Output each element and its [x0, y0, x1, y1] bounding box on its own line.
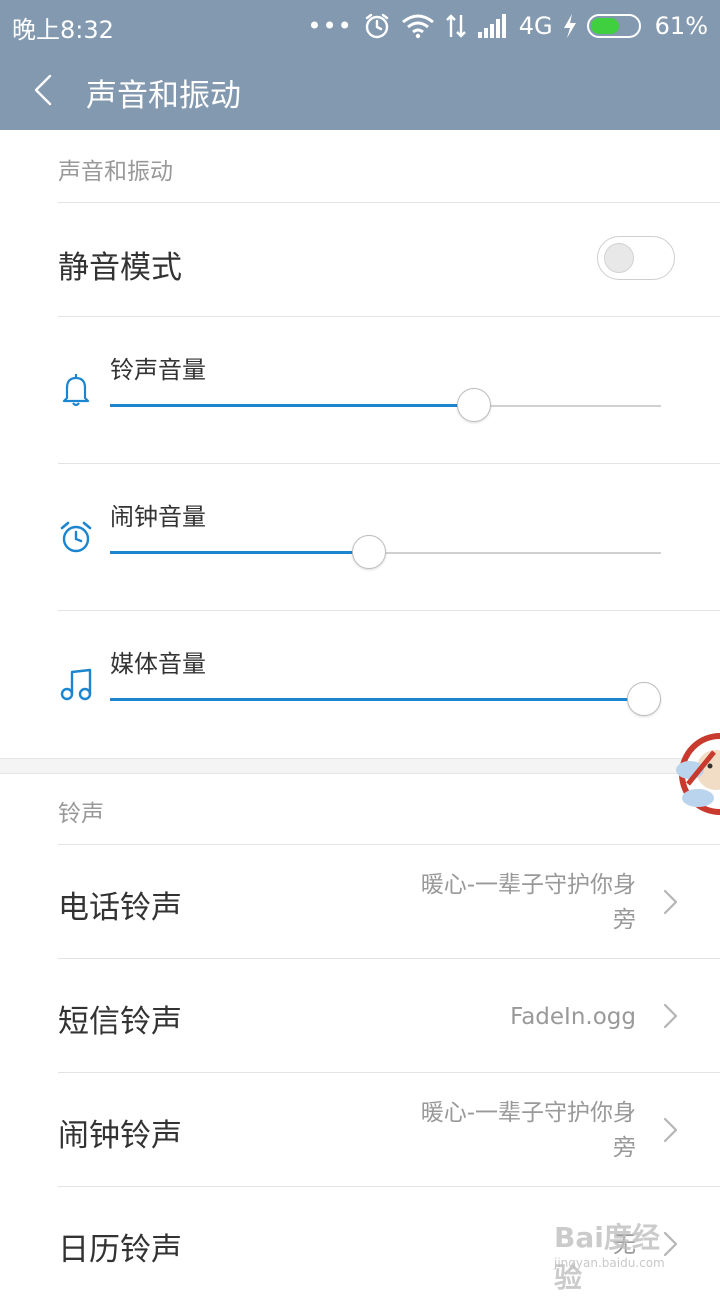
alarm-ringtone-label: 闹钟铃声 [58, 1118, 182, 1154]
value-line: 旁 [613, 907, 636, 933]
watermark: Bai度经验 jingyan.baidu.com [554, 1216, 684, 1294]
back-button[interactable] [26, 70, 66, 110]
phone-ringtone-value: 暖心-一辈子守护你身 旁 [376, 868, 636, 938]
more-dots-icon: ••• [307, 12, 353, 40]
section-header-ringtone: 铃声 [58, 801, 104, 827]
value-line: 暖心-一辈子守护你身 [420, 872, 636, 898]
data-transfer-icon [445, 14, 466, 38]
bell-icon [62, 374, 90, 407]
battery-icon [586, 14, 641, 38]
silent-mode-label: 静音模式 [58, 250, 182, 286]
chevron-right-icon [663, 1003, 678, 1029]
divider [58, 316, 720, 317]
network-type: 4G [518, 12, 553, 40]
sms-ringtone-label: 短信铃声 [58, 1004, 182, 1040]
media-volume-label: 媒体音量 [110, 650, 206, 678]
value-line: 暖心-一辈子守护你身 [420, 1100, 636, 1126]
page-title: 声音和振动 [86, 78, 241, 114]
divider [58, 610, 720, 611]
charging-bolt-icon [563, 14, 576, 38]
chevron-right-icon [663, 1117, 678, 1143]
silent-mode-toggle[interactable] [597, 236, 675, 280]
status-bar: 晚上8:32 ••• 4G 61% [0, 0, 720, 52]
value-line: FadeIn.ogg [510, 1004, 636, 1030]
alarm-status-icon [365, 13, 388, 39]
slider-thumb[interactable] [351, 535, 386, 569]
divider [58, 844, 720, 845]
slider-fill [110, 404, 474, 407]
slider-fill [110, 698, 645, 701]
alarm-ringtone-value: 暖心-一辈子守护你身 旁 [376, 1096, 636, 1166]
ring-volume-label: 铃声音量 [110, 356, 206, 384]
wifi-icon [401, 14, 434, 39]
divider [58, 202, 720, 203]
slider-thumb[interactable] [627, 682, 662, 716]
status-time: 晚上8:32 [12, 16, 114, 44]
section-header-sound: 声音和振动 [58, 159, 173, 185]
watermark-url: jingyan.baidu.com [554, 1256, 665, 1270]
calendar-ringtone-label: 日历铃声 [58, 1232, 182, 1268]
divider [58, 958, 720, 959]
divider [58, 1072, 720, 1073]
sms-ringtone-value: FadeIn.ogg [376, 1000, 636, 1035]
title-bar: 声音和振动 [0, 52, 720, 130]
slider-thumb[interactable] [456, 388, 491, 422]
alarm-volume-label: 闹钟音量 [110, 503, 206, 531]
media-volume-slider[interactable] [110, 682, 662, 718]
section-separator [0, 758, 720, 774]
phone-ringtone-label: 电话铃声 [58, 890, 182, 926]
value-line: 旁 [613, 1135, 636, 1161]
alarm-clock-icon [60, 521, 92, 553]
toggle-knob [604, 243, 634, 273]
divider [58, 1186, 720, 1187]
divider [58, 463, 720, 464]
floating-mascot-badge[interactable] [668, 722, 720, 826]
signal-icon [477, 14, 506, 38]
music-note-icon [60, 668, 92, 701]
status-icons: ••• 4G 61% [307, 8, 708, 44]
slider-fill [110, 551, 369, 554]
chevron-right-icon [663, 889, 678, 915]
ring-volume-slider[interactable] [110, 388, 661, 424]
settings-content: 声音和振动 静音模式 铃声音量 闹钟音量 媒体音量 铃声 电话铃声 暖心-一辈子… [0, 130, 720, 1294]
battery-percent: 61% [654, 12, 708, 40]
alarm-volume-slider[interactable] [110, 535, 661, 571]
